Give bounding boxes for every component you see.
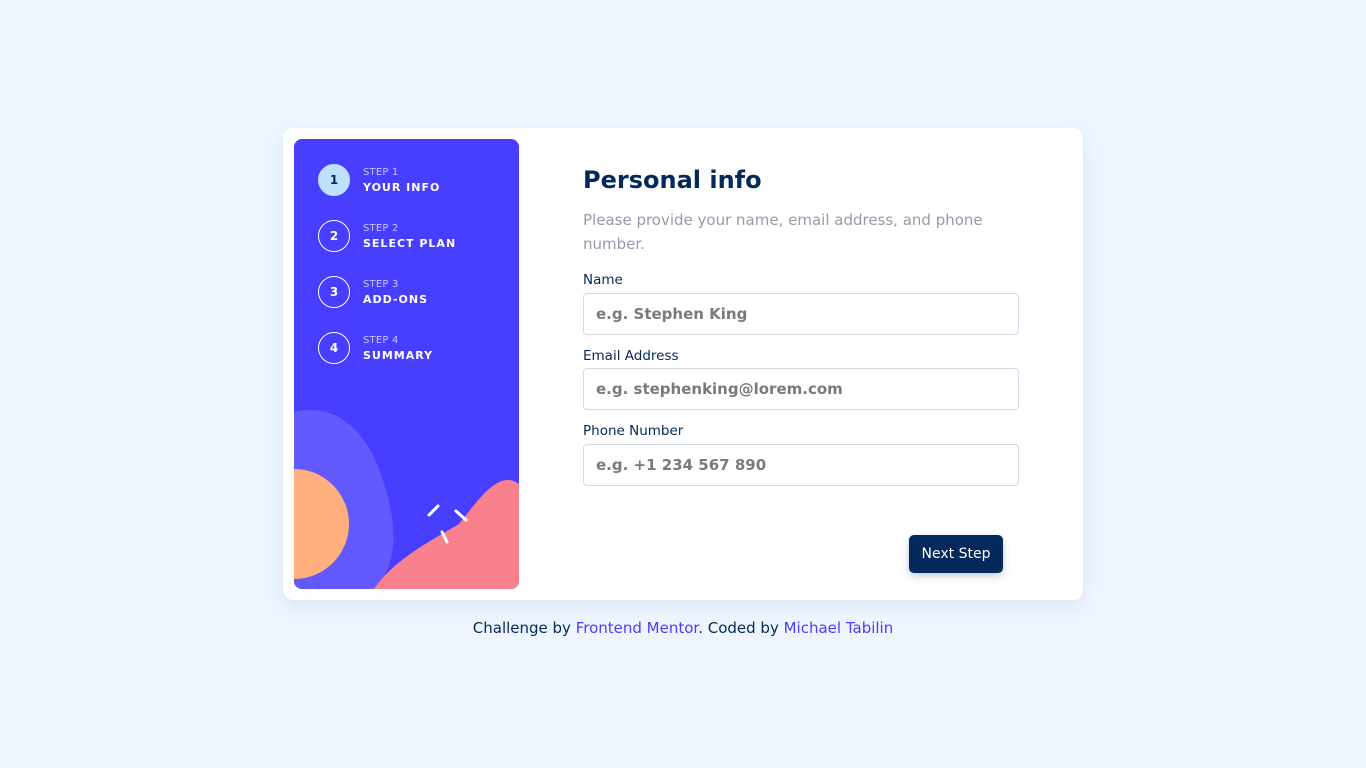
step-title: YOUR INFO — [363, 180, 441, 194]
email-label: Email Address — [583, 348, 679, 364]
form-card: 1 STEP 1 YOUR INFO 2 STEP 2 SELECT PLAN … — [283, 128, 1083, 600]
phone-input[interactable] — [583, 444, 1019, 486]
step-number-3: 3 — [318, 276, 350, 308]
step-number-1: 1 — [318, 164, 350, 196]
email-input[interactable] — [583, 368, 1019, 410]
step-title: SUMMARY — [363, 348, 434, 362]
step-label: STEP 4 — [363, 334, 399, 346]
steps-sidebar: 1 STEP 1 YOUR INFO 2 STEP 2 SELECT PLAN … — [294, 139, 519, 589]
phone-label: Phone Number — [583, 423, 684, 439]
footer-prefix: Challenge by — [472, 619, 576, 637]
name-input[interactable] — [583, 293, 1019, 335]
name-label: Name — [583, 272, 623, 288]
step-label: STEP 1 — [363, 166, 399, 178]
step-number-4: 4 — [318, 332, 350, 364]
next-step-button[interactable]: Next Step — [909, 535, 1003, 573]
page-title: Personal info — [583, 166, 762, 194]
step-title: SELECT PLAN — [363, 236, 457, 250]
frontend-mentor-link[interactable]: Frontend Mentor — [576, 619, 699, 637]
footer-middle: . Coded by — [698, 619, 784, 637]
form-main: Personal info Please provide your name, … — [583, 128, 1023, 600]
step-title: ADD-ONS — [363, 292, 429, 306]
footer-attribution: Challenge by Frontend Mentor. Coded by M… — [0, 619, 1366, 637]
step-number-2: 2 — [318, 220, 350, 252]
step-label: STEP 2 — [363, 222, 399, 234]
author-link[interactable]: Michael Tabilin — [784, 619, 894, 637]
page-subtitle: Please provide your name, email address,… — [583, 211, 983, 253]
step-4[interactable]: 4 STEP 4 SUMMARY — [318, 331, 508, 365]
step-2[interactable]: 2 STEP 2 SELECT PLAN — [318, 219, 508, 253]
step-label: STEP 3 — [363, 278, 399, 290]
step-3[interactable]: 3 STEP 3 ADD-ONS — [318, 275, 508, 309]
step-1[interactable]: 1 STEP 1 YOUR INFO — [318, 163, 508, 197]
